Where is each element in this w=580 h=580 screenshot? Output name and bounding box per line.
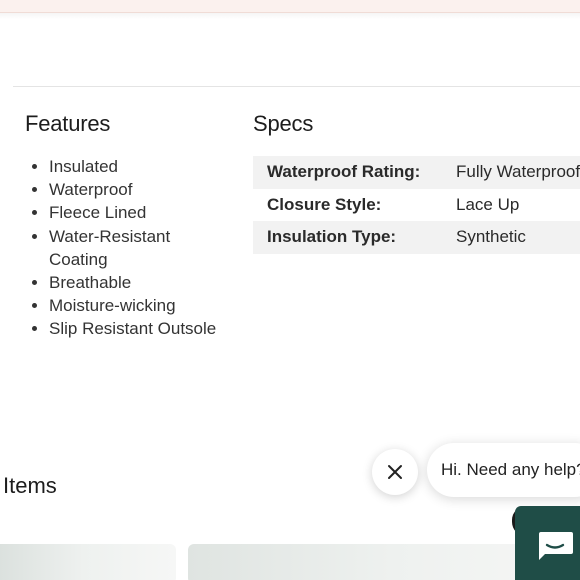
spec-value: Synthetic: [456, 221, 580, 254]
close-icon: [388, 465, 402, 479]
section-divider: [13, 86, 580, 87]
items-heading: Items: [3, 473, 57, 498]
feature-item: Moisture-wicking: [49, 294, 229, 317]
feature-item: Insulated: [49, 155, 229, 178]
feature-item: Water-Resistant Coating: [49, 225, 229, 271]
product-details-page: Features Insulated Waterproof Fleece Lin…: [0, 0, 580, 580]
item-card[interactable]: [188, 544, 528, 580]
feature-item: Waterproof: [49, 178, 229, 201]
chat-launcher-button[interactable]: [515, 506, 580, 580]
top-banner: [0, 0, 580, 13]
feature-item: Fleece Lined: [49, 201, 229, 224]
spec-value: Lace Up: [456, 194, 520, 214]
spec-value: Fully Waterproof: [456, 156, 580, 189]
features-heading: Features: [25, 111, 111, 136]
spec-row: Insulation Type: Synthetic: [253, 221, 580, 254]
chat-icon: [539, 532, 573, 560]
chat-close-button[interactable]: [372, 449, 418, 495]
feature-item: Breathable: [49, 271, 229, 294]
features-list: Insulated Waterproof Fleece Lined Water-…: [25, 155, 229, 341]
feature-item: Slip Resistant Outsole: [49, 317, 229, 340]
spec-label: Closure Style:: [267, 194, 382, 214]
spec-label: Insulation Type:: [253, 221, 456, 254]
item-card[interactable]: [0, 544, 176, 580]
spec-row: Closure Style: Lace Up: [253, 189, 580, 222]
banner-shadow: [0, 13, 580, 19]
chat-greeting-bubble[interactable]: Hi. Need any help?: [427, 443, 580, 497]
specs-table: Waterproof Rating: Fully Waterproof Clos…: [253, 156, 580, 254]
specs-heading: Specs: [253, 111, 314, 136]
spec-row: Waterproof Rating: Fully Waterproof: [253, 156, 580, 189]
spec-label: Waterproof Rating:: [253, 156, 456, 189]
